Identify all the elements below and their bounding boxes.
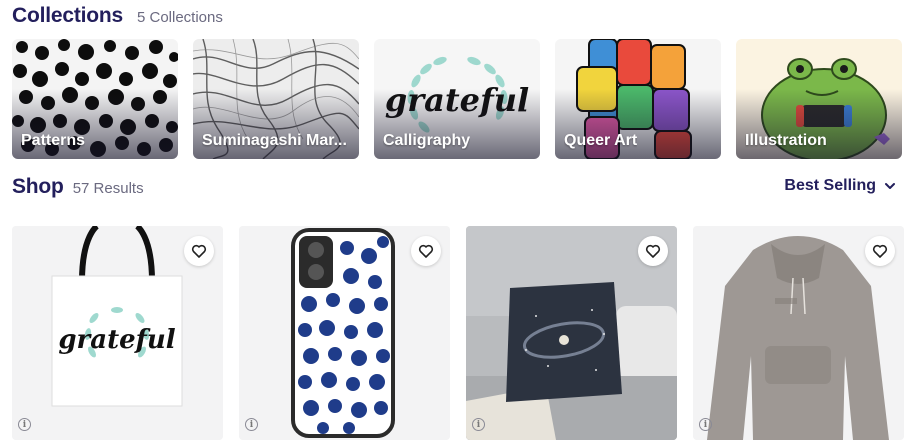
collection-card-queer-art[interactable]: Queer Art (555, 39, 721, 159)
collection-card-suminagashi[interactable]: Suminagashi Mar... (193, 39, 359, 159)
collection-card-illustration[interactable]: Illustration (736, 39, 902, 159)
collection-card-calligraphy[interactable]: grateful Calligraphy (374, 39, 540, 159)
shop-title: Shop (12, 175, 64, 198)
heart-icon (418, 244, 434, 258)
collection-card-patterns[interactable]: Patterns (12, 39, 178, 159)
product-card-tote-bag[interactable]: grateful i (12, 226, 223, 440)
sort-dropdown[interactable]: Best Selling (784, 177, 896, 195)
shop-header: Shop 57 Results (12, 175, 144, 199)
collections-header: Collections 5 Collections (12, 4, 223, 28)
collection-label: Patterns (21, 132, 86, 149)
info-icon[interactable]: i (472, 418, 485, 431)
info-icon[interactable]: i (18, 418, 31, 431)
product-card-hoodie[interactable]: i (693, 226, 904, 440)
sort-label: Best Selling (784, 177, 876, 194)
collections-count: 5 Collections (136, 9, 223, 26)
collection-label: Calligraphy (383, 132, 471, 149)
info-icon[interactable]: i (699, 418, 712, 431)
tote-art-text: grateful (58, 325, 175, 355)
product-card-throw-pillow[interactable]: i (466, 226, 677, 440)
heart-icon (872, 244, 888, 258)
favorite-button[interactable] (865, 236, 895, 266)
chevron-down-icon (885, 183, 895, 189)
collections-title: Collections (12, 4, 123, 27)
favorite-button[interactable] (411, 236, 441, 266)
collection-label: Suminagashi Mar... (202, 132, 347, 149)
favorite-button[interactable] (638, 236, 668, 266)
info-icon[interactable]: i (245, 418, 258, 431)
shop-results-count: 57 Results (72, 180, 144, 197)
product-card-phone-case[interactable]: i (239, 226, 450, 440)
collection-label: Queer Art (564, 132, 638, 149)
collection-label: Illustration (745, 132, 827, 149)
heart-icon (191, 244, 207, 258)
heart-icon (645, 244, 661, 258)
favorite-button[interactable] (184, 236, 214, 266)
